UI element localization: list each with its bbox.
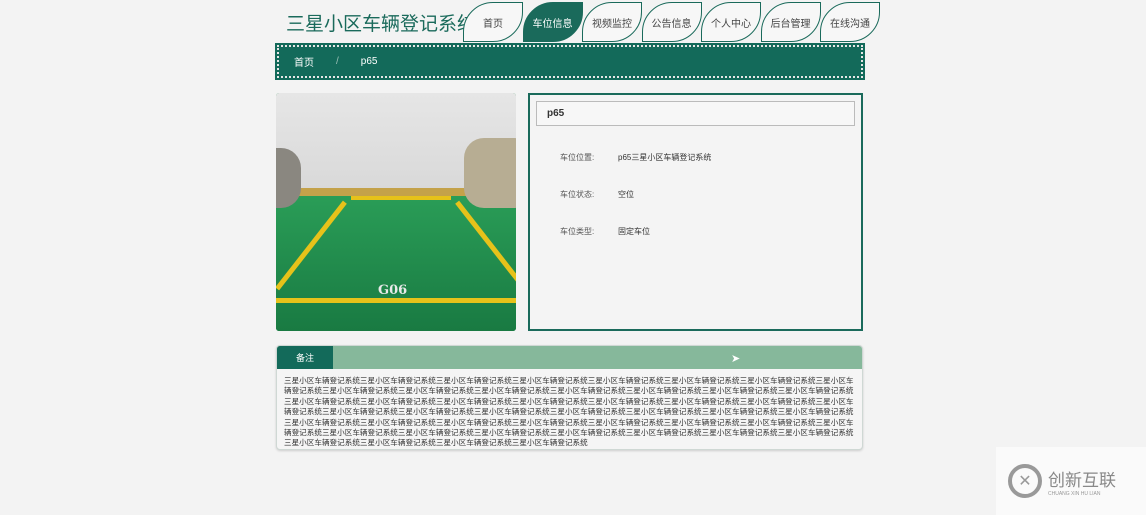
- app-title: 三星小区车辆登记系统: [286, 14, 477, 35]
- breadcrumb-separator: /: [336, 56, 339, 67]
- tab-remark[interactable]: 备注: [277, 346, 333, 369]
- logo-icon: ✕: [1008, 464, 1042, 498]
- spot-label: G06: [378, 283, 408, 298]
- nav-profile[interactable]: 个人中心: [701, 2, 761, 42]
- main-nav: 首页 车位信息 视频监控 公告信息 个人中心 后台管理 在线沟通: [463, 2, 880, 42]
- nav-parking-info[interactable]: 车位信息: [522, 2, 583, 42]
- nav-chat[interactable]: 在线沟通: [820, 2, 880, 42]
- detail-row: 车位类型: 固定车位: [560, 227, 650, 236]
- nav-admin[interactable]: 后台管理: [760, 2, 821, 42]
- watermark-logo: ✕ 创新互联 CHUANG XIN HU LIAN: [996, 447, 1146, 515]
- parking-spot-image: G06: [276, 93, 516, 331]
- remark-text: 三星小区车辆登记系统三星小区车辆登记系统三星小区车辆登记系统三星小区车辆登记系统…: [284, 376, 854, 448]
- breadcrumb-current: p65: [360, 56, 378, 67]
- nav-notice[interactable]: 公告信息: [641, 2, 702, 42]
- mouse-cursor-icon: ➤: [731, 353, 741, 365]
- detail-panel: p65 车位位置: p65三星小区车辆登记系统 车位状态: 空位 车位类型: 固定车位: [528, 93, 863, 331]
- nav-video[interactable]: 视频监控: [582, 2, 642, 42]
- detail-row: 车位状态: 空位: [560, 190, 634, 199]
- nav-home[interactable]: 首页: [463, 2, 523, 42]
- breadcrumb: 首页 / p65: [275, 43, 865, 80]
- breadcrumb-home[interactable]: 首页: [294, 54, 314, 69]
- remark-panel: 备注 三星小区车辆登记系统三星小区车辆登记系统三星小区车辆登记系统三星小区车辆登…: [276, 345, 863, 450]
- detail-title: p65: [536, 101, 855, 126]
- detail-row: 车位位置: p65三星小区车辆登记系统: [560, 153, 712, 162]
